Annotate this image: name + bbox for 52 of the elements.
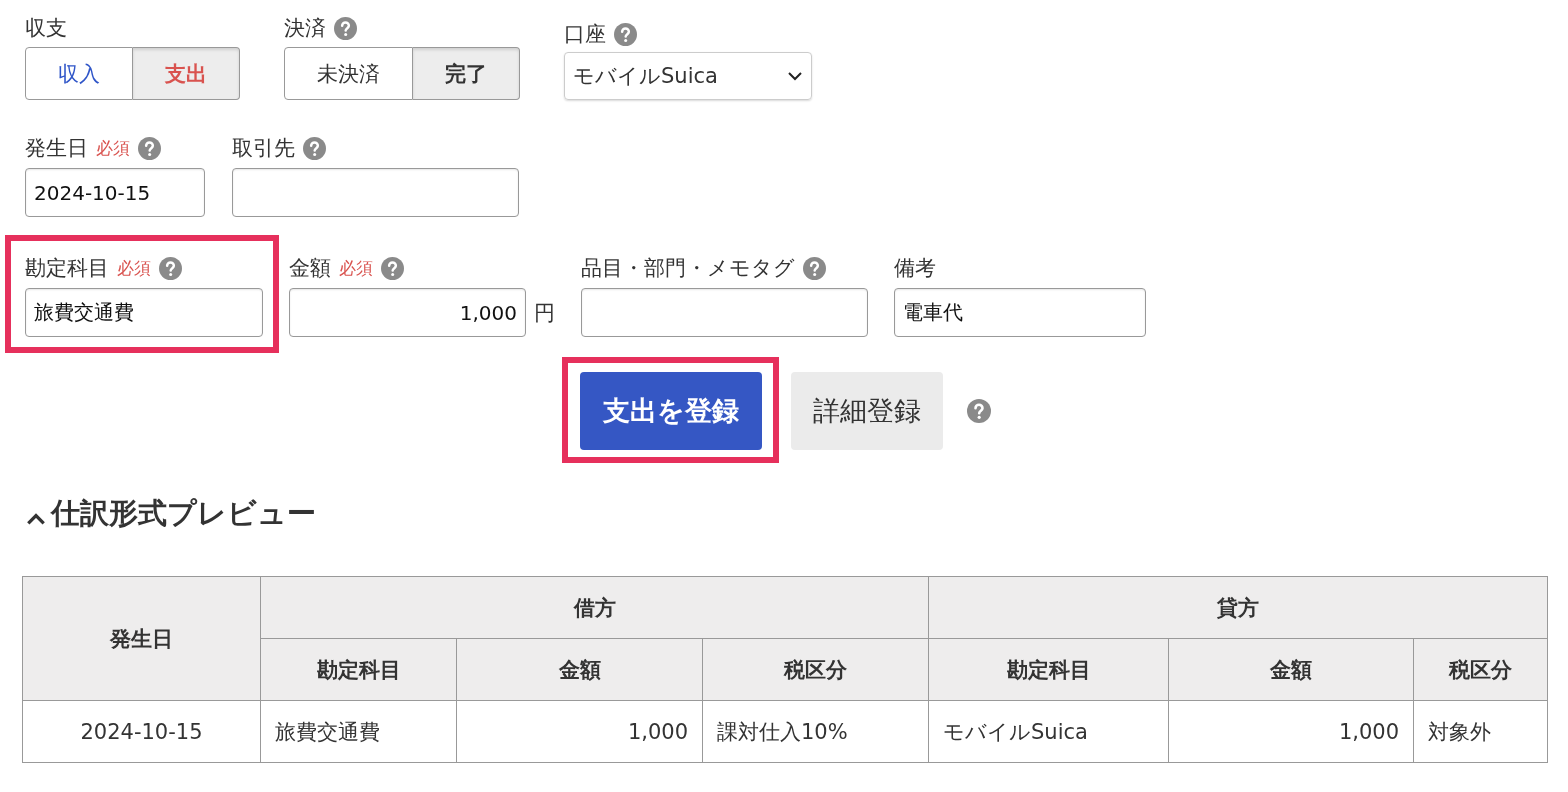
field-label: 決済 (284, 15, 326, 42)
help-icon[interactable] (334, 16, 357, 40)
help-icon[interactable] (303, 136, 326, 160)
table-cell: モバイルSuica (928, 700, 1169, 763)
table-cell: 1,000 (1168, 700, 1414, 763)
field-label: 品目・部門・メモタグ (581, 255, 795, 282)
field-label: 収支 (25, 15, 67, 42)
table-cell: 対象外 (1413, 700, 1548, 763)
table-cell: 2024-10-15 (22, 700, 261, 763)
field-label: 取引先 (232, 135, 295, 162)
table-cell: 1,000 (456, 700, 703, 763)
field-label: 金額 (289, 255, 331, 282)
account-select[interactable]: モバイルSuica (564, 52, 812, 100)
detail-register-button[interactable]: 詳細登録 (791, 372, 943, 450)
column-header: 税区分 (702, 638, 929, 701)
column-header: 勘定科目 (928, 638, 1169, 701)
table-cell: 旅費交通費 (260, 700, 457, 763)
column-header: 発生日 (22, 576, 261, 701)
help-icon[interactable] (803, 256, 826, 280)
input-field[interactable]: 2024-10-15 (25, 168, 205, 217)
section-title[interactable]: 仕訳形式プレビュー (51, 494, 316, 534)
column-header: 金額 (1168, 638, 1414, 701)
input-field[interactable]: 1,000 (289, 288, 526, 337)
column-header: 税区分 (1413, 638, 1548, 701)
help-icon[interactable] (381, 256, 404, 280)
required-tag: 必須 (117, 256, 151, 280)
caret-icon (787, 71, 803, 81)
segment-button[interactable]: 未決済 (284, 47, 413, 100)
unit-label: 円 (534, 299, 555, 327)
field-label: 発生日 (25, 135, 88, 162)
help-icon[interactable] (159, 256, 182, 280)
input-field[interactable]: 電車代 (894, 288, 1146, 337)
segment-button[interactable]: 収入 (25, 47, 133, 100)
register-button[interactable]: 支出を登録 (580, 372, 762, 450)
table-cell: 課対仕入10% (702, 700, 929, 763)
required-tag: 必須 (339, 256, 373, 280)
input-field[interactable] (232, 168, 519, 217)
chevron-icon[interactable] (25, 511, 47, 527)
help-icon[interactable] (138, 136, 161, 160)
field-label: 勘定科目 (25, 255, 109, 282)
segment-button[interactable]: 完了 (413, 47, 520, 100)
input-field[interactable] (581, 288, 868, 337)
help-icon[interactable] (614, 22, 637, 46)
column-header: 金額 (456, 638, 703, 701)
help-icon[interactable] (967, 399, 991, 423)
field-label: 口座 (564, 21, 606, 48)
column-header: 勘定科目 (260, 638, 457, 701)
column-group-header: 借方 (260, 576, 929, 639)
input-field[interactable]: 旅費交通費 (25, 288, 263, 337)
column-group-header: 貸方 (928, 576, 1548, 639)
field-label: 備考 (894, 255, 936, 282)
required-tag: 必須 (96, 136, 130, 160)
